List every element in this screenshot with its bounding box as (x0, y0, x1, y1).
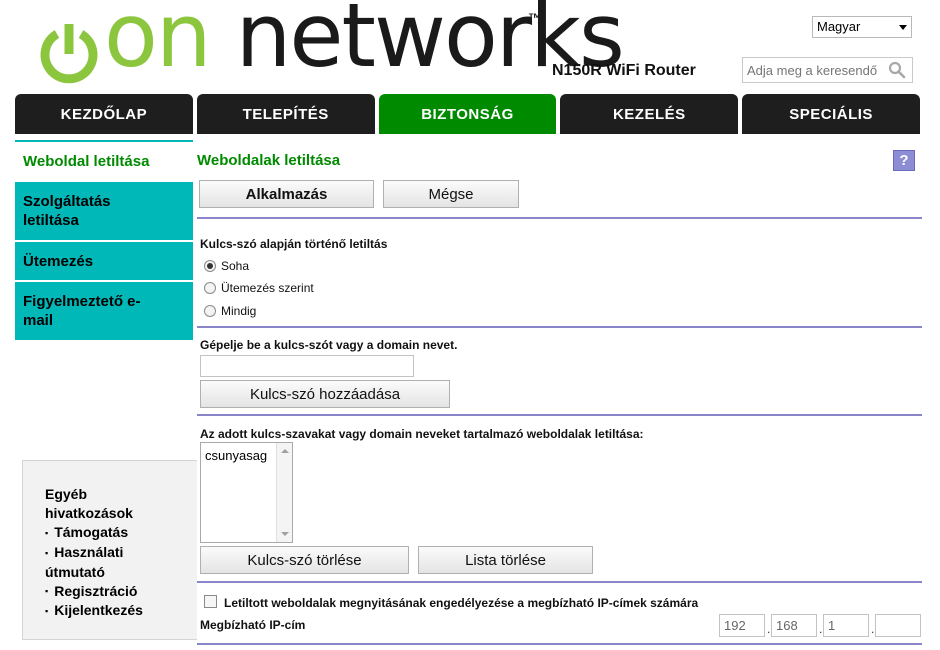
divider (197, 326, 922, 328)
ip-separator: . (767, 622, 771, 636)
radio-label: Mindig (221, 304, 257, 318)
help-icon[interactable]: ? (893, 150, 915, 171)
main-nav: KEZDŐLAP TELEPÍTÉS BIZTONSÁG KEZELÉS SPE… (15, 94, 920, 134)
add-keyword-button[interactable]: Kulcs-szó hozzáadása (200, 380, 450, 408)
divider (197, 414, 922, 416)
radio-label: Soha (221, 259, 250, 273)
sidebar-item-block-sites[interactable]: Weboldal letiltása (15, 140, 193, 182)
scrollbar[interactable] (276, 443, 292, 542)
link-user-manual[interactable]: Használati útmutató (45, 543, 165, 582)
other-links-title: Egyéb hivatkozások (45, 486, 133, 521)
tab-security[interactable]: BIZTONSÁG (378, 94, 557, 134)
radio-never[interactable]: Soha (204, 259, 249, 273)
scroll-down-icon[interactable] (281, 532, 289, 536)
divider (197, 581, 922, 583)
trusted-ip-allow-label: Letiltott weboldalak megnyitásának enged… (224, 596, 699, 610)
trusted-ip-octet-1[interactable] (719, 614, 765, 637)
power-icon (40, 24, 98, 84)
apply-button[interactable]: Alkalmazás (199, 180, 374, 208)
clear-list-button[interactable]: Lista törlése (418, 546, 593, 574)
blocked-list-label: Az adott kulcs-szavakat vagy domain neve… (200, 427, 644, 441)
trusted-ip-checkbox[interactable] (204, 595, 217, 608)
ip-separator: . (871, 622, 875, 636)
radio-always[interactable]: Mindig (204, 304, 256, 318)
link-support[interactable]: Támogatás (45, 523, 197, 543)
trusted-ip-octet-4[interactable] (875, 614, 921, 637)
divider (197, 217, 922, 219)
radio-per-schedule[interactable]: Ütemezés szerint (204, 281, 314, 295)
keyword-blocking-label: Kulcs-szó alapján történő letiltás (200, 237, 388, 251)
chevron-down-icon (899, 25, 907, 30)
ip-separator: . (819, 622, 823, 636)
sidebar-item-schedule[interactable]: Ütemezés (15, 242, 193, 282)
trusted-ip-octet-3[interactable] (823, 614, 869, 637)
sidebar-item-label: Figyelmeztető e-mail (23, 293, 141, 329)
radio-button[interactable] (204, 282, 216, 294)
radio-button[interactable] (204, 260, 216, 272)
keyword-input[interactable] (200, 355, 414, 377)
search-input[interactable] (743, 58, 885, 82)
language-value: Magyar (817, 19, 861, 34)
tab-advanced[interactable]: SPECIÁLIS (742, 94, 920, 134)
search-box (742, 57, 913, 83)
scroll-up-icon[interactable] (281, 449, 289, 453)
link-logout[interactable]: Kijelentkezés (45, 601, 197, 621)
search-icon[interactable] (887, 61, 907, 79)
delete-keyword-button[interactable]: Kulcs-szó törlése (200, 546, 409, 574)
trusted-ip-octet-2[interactable] (771, 614, 817, 637)
keyword-prompt: Gépelje be a kulcs-szót vagy a domain ne… (200, 338, 458, 352)
radio-button[interactable] (204, 305, 216, 317)
tab-maintenance[interactable]: KEZELÉS (560, 94, 739, 134)
product-name: N150R WiFi Router (552, 62, 696, 79)
sidebar: Weboldal letiltása Szolgáltatás letiltás… (15, 140, 193, 342)
sidebar-item-label: Szolgáltatás letiltása (23, 193, 111, 229)
language-select[interactable]: Magyar (812, 16, 912, 38)
radio-label: Ütemezés szerint (221, 281, 314, 295)
page-title: Weboldalak letiltása (197, 152, 341, 169)
logo-trademark: ™ (528, 10, 542, 26)
other-links-panel: Egyéb hivatkozások Támogatás Használati … (22, 460, 197, 640)
blocked-keywords-list[interactable]: csunyasag (200, 442, 293, 543)
tab-home[interactable]: KEZDŐLAP (15, 94, 193, 134)
cancel-button[interactable]: Mégse (383, 180, 519, 208)
link-registration[interactable]: Regisztráció (45, 582, 197, 602)
tab-setup[interactable]: TELEPÍTÉS (196, 94, 375, 134)
sidebar-item-email[interactable]: Figyelmeztető e-mail (15, 282, 193, 342)
logo-wordmark: on networks (104, 0, 625, 87)
sidebar-item-block-services[interactable]: Szolgáltatás letiltása (15, 182, 193, 242)
trusted-ip-label: Megbízható IP-cím (200, 618, 306, 632)
divider (197, 643, 922, 645)
